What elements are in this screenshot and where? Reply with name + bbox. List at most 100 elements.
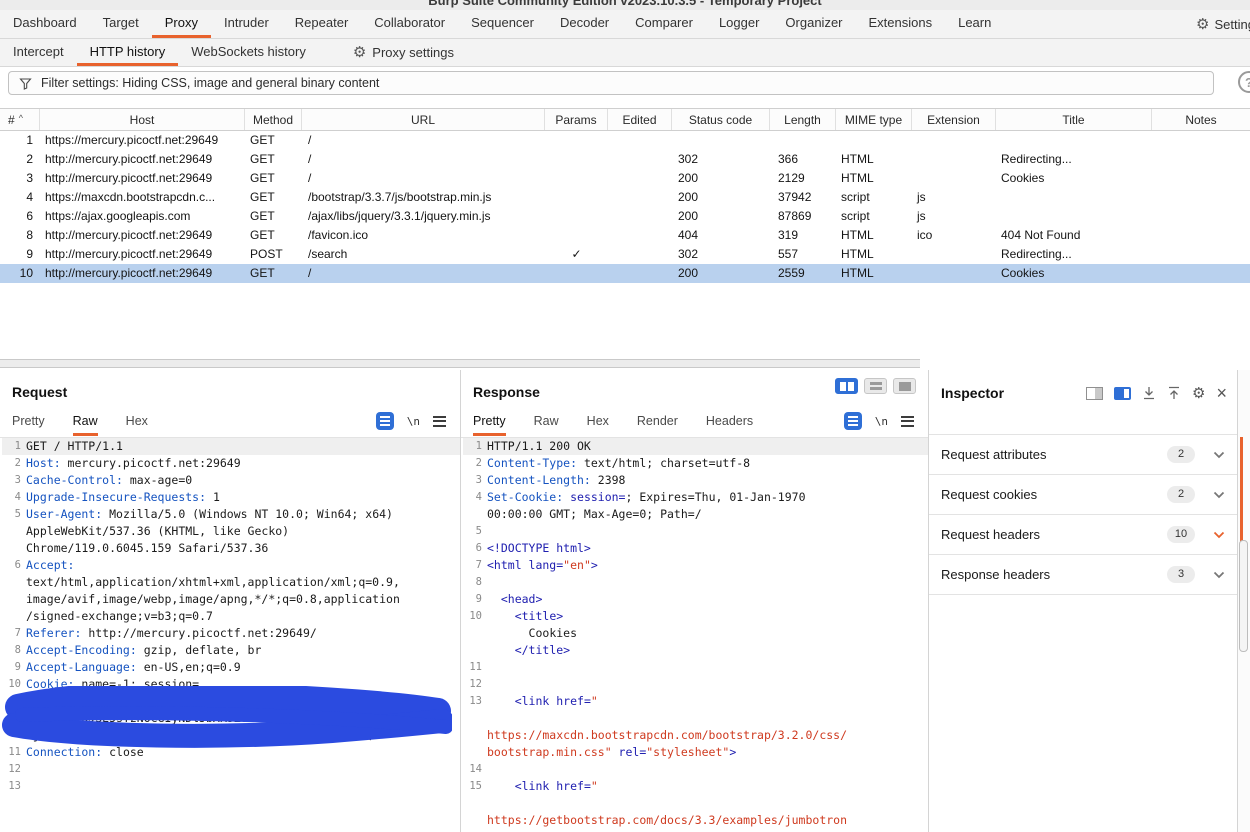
collapse-all-icon[interactable] (1142, 386, 1156, 400)
filter-settings-bar[interactable]: Filter settings: Hiding CSS, image and g… (8, 71, 1214, 95)
inspector-settings-icon[interactable]: ⚙ (1192, 386, 1205, 401)
line-number: 12 (8, 763, 21, 775)
menu-tab-learn[interactable]: Learn (945, 10, 1004, 38)
column-header-extension[interactable]: Extension (912, 109, 996, 130)
cell-mime: HTML (841, 228, 874, 242)
column-header-url[interactable]: URL (302, 109, 545, 130)
cell-title: Cookies (1001, 266, 1045, 280)
menu-tab-dashboard[interactable]: Dashboard (0, 10, 90, 38)
editor-menu-icon[interactable] (901, 415, 914, 427)
cell-ext: ico (917, 228, 933, 242)
menu-tab-sequencer[interactable]: Sequencer (458, 10, 547, 38)
history-row[interactable]: 1 https://mercury.picoctf.net:29649 GET / (0, 131, 1250, 150)
column-header-edited[interactable]: Edited (608, 109, 672, 130)
column-header-mime-type[interactable]: MIME type (836, 109, 912, 130)
layout-rows-icon[interactable] (864, 378, 887, 394)
newline-toggle[interactable]: \n (875, 415, 888, 428)
column-header-host[interactable]: Host (40, 109, 245, 130)
close-icon[interactable]: × (1216, 384, 1227, 402)
history-row[interactable]: 4 https://maxcdn.bootstrapcdn.c... GET/boo… (0, 188, 1250, 207)
window-title: Burp Suite Community Edition v2023.10.3.… (428, 0, 822, 8)
newline-toggle[interactable]: \n (407, 415, 420, 428)
response-tab-hex[interactable]: Hex (587, 414, 609, 436)
vertical-scrollbar[interactable] (1239, 540, 1248, 652)
horizontal-splitter[interactable] (0, 359, 920, 368)
dock-left-icon[interactable] (1086, 386, 1104, 400)
response-tab-pretty[interactable]: Pretty (473, 414, 506, 436)
menu-tab-repeater[interactable]: Repeater (282, 10, 361, 38)
code-token: en-US,en;q=0.9 (136, 660, 241, 674)
response-editor[interactable]: 1 HTTP/1.1 200 OK 2 Content-Type: text/html… (463, 438, 928, 832)
inspector-panel: Inspector ⚙ × Request attributes 2 Request… (929, 370, 1238, 832)
cell-url: /search (308, 247, 348, 261)
menu-tab-organizer[interactable]: Organizer (772, 10, 855, 38)
column-header-status-code[interactable]: Status code (672, 109, 770, 130)
expand-all-icon[interactable] (1167, 386, 1181, 400)
sub-tab-intercept[interactable]: Intercept (0, 39, 77, 66)
editor-style-icon[interactable] (843, 412, 862, 430)
inspector-section-response-headers[interactable]: Response headers 3 (929, 555, 1237, 595)
line-text: Content-Length: 2398 (487, 472, 848, 489)
column-header-notes[interactable]: Notes (1152, 109, 1250, 130)
menu-tab-extensions[interactable]: Extensions (856, 10, 946, 38)
inspector-section-request-cookies[interactable]: Request cookies 2 (929, 475, 1237, 515)
cell-title: Redirecting... (1001, 152, 1072, 166)
layout-columns-icon[interactable] (835, 378, 858, 394)
menu-tab-decoder[interactable]: Decoder (547, 10, 622, 38)
menu-tab-collaborator[interactable]: Collaborator (361, 10, 458, 38)
code-token: Cookie: (26, 677, 75, 691)
request-tab-hex[interactable]: Hex (126, 414, 148, 436)
menu-tab-intruder[interactable]: Intruder (211, 10, 282, 38)
history-row[interactable]: 3 http://mercury.picoctf.net:29649 GET / 200… (0, 169, 1250, 188)
cell-mime: HTML (841, 171, 874, 185)
history-row[interactable]: 2 http://mercury.picoctf.net:29649 GET / 302… (0, 150, 1250, 169)
line-number: 1 (14, 440, 21, 452)
menu-tab-comparer[interactable]: Comparer (622, 10, 706, 38)
menu-tab-target[interactable]: Target (90, 10, 152, 38)
request-tab-raw[interactable]: Raw (72, 414, 98, 436)
sub-tab-websockets-history[interactable]: WebSockets history (178, 39, 319, 66)
cell-length: 37942 (778, 190, 812, 204)
column-header-length[interactable]: Length (770, 109, 836, 130)
column-header-item[interactable]: # ^ (0, 109, 40, 130)
request-tab-pretty[interactable]: Pretty (12, 414, 45, 436)
editor-menu-icon[interactable] (433, 415, 446, 427)
menu-tab-logger[interactable]: Logger (706, 10, 772, 38)
history-row[interactable]: 9 http://mercury.picoctf.net:29649 POST/se… (0, 245, 1250, 264)
line-text: Connection: close (26, 744, 401, 761)
column-header-method[interactable]: Method (245, 109, 302, 130)
code-token: HTTP/1.1 200 OK (487, 439, 591, 453)
response-tab-raw[interactable]: Raw (534, 414, 559, 436)
line-number: 2 (14, 457, 21, 469)
layout-single-icon[interactable] (893, 378, 916, 394)
settings-button[interactable]: ⚙ Settings (1196, 10, 1250, 38)
history-row[interactable]: 6 https://ajax.googleapis.com GET/ajax/lib… (0, 207, 1250, 226)
code-line: 5 User-Agent: Mozilla/5.0 (Windows NT 10.… (2, 506, 460, 557)
column-header-title[interactable]: Title (996, 109, 1152, 130)
request-editor[interactable]: 1 GET / HTTP/1.1 2 Host: mercury.picoctf.ne… (2, 438, 460, 832)
sub-tab-http-history[interactable]: HTTP history (76, 39, 179, 66)
history-row[interactable]: 8 http://mercury.picoctf.net:29649 GET/fav… (0, 226, 1250, 245)
help-icon[interactable]: ? (1238, 71, 1250, 93)
response-tab-render[interactable]: Render (637, 414, 678, 436)
cell-status: 302 (678, 247, 699, 261)
proxy-settings-button[interactable]: ⚙ Proxy settings (353, 39, 454, 66)
line-text: GET / HTTP/1.1 (26, 438, 401, 455)
inspector-section-request-headers[interactable]: Request headers 10 (929, 515, 1237, 555)
code-token: <!DOCTYPE html> (487, 541, 591, 555)
line-text (487, 761, 848, 778)
inspector-section-request-attributes[interactable]: Request attributes 2 (929, 435, 1237, 475)
code-token: </title> (514, 643, 571, 657)
code-token: User-Agent: (26, 507, 103, 521)
response-editor-toolbar: \n (843, 412, 914, 430)
cell-host: http://mercury.picoctf.net:29649 (45, 228, 213, 242)
history-row[interactable]: 10 http://mercury.picoctf.net:29649 GET / 20… (0, 264, 1250, 283)
column-header-params[interactable]: Params (545, 109, 608, 130)
editor-style-icon[interactable] (375, 412, 394, 430)
response-tab-headers[interactable]: Headers (706, 414, 753, 436)
cell-ext: js (917, 209, 926, 223)
dock-right-icon[interactable] (1114, 386, 1132, 400)
menu-tab-proxy[interactable]: Proxy (151, 10, 211, 38)
cell-edited (608, 226, 672, 245)
section-label: Request headers (941, 527, 1041, 542)
